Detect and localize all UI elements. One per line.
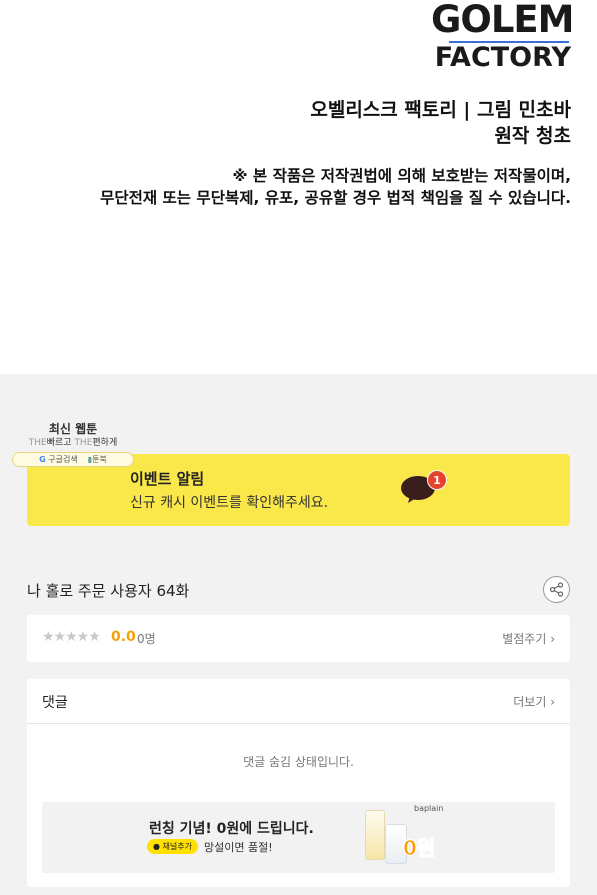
event-title: 이벤트 알림 — [130, 470, 205, 488]
credits: 오벨리스크 팩토리 | 그림 민초바 원작 청초 — [310, 97, 571, 149]
share-icon — [549, 582, 564, 597]
promo-widget-title: 최신 웹툰 — [48, 422, 98, 436]
rating-score: 0.0 — [111, 629, 136, 645]
promo-widget-slogan: THE빠르고 THE편하게 — [12, 437, 134, 449]
toonbook-label: 툰북 — [92, 455, 107, 464]
credits-line1: 오벨리스크 팩토리 | 그림 민초바 — [310, 99, 571, 121]
copyright-line2: 무단전재 또는 무단복제, 유포, 공유할 경우 법적 책임을 질 수 있습니다… — [100, 189, 571, 207]
slogan-text-2: 편하게 — [92, 438, 118, 448]
star-rating: ★★★★★ — [42, 629, 101, 645]
credits-line2: 원작 청초 — [494, 125, 571, 147]
google-search-link[interactable]: G 구글검색 — [39, 454, 78, 465]
slogan-text-1: 빠르고 — [46, 438, 72, 448]
chat-icon: ● — [153, 842, 160, 851]
channel-add-pill: ● 채널추가 — [147, 839, 198, 854]
ad-price: 0원 — [402, 836, 436, 861]
ad-banner[interactable]: 런칭 기념! 0원에 드립니다. ● 채널추가 망설이면 품절! baplain… — [42, 802, 555, 873]
comments-header: 댓글 — [42, 695, 68, 711]
episode-title: 나 홀로 주문 사용자 64화 — [27, 582, 190, 600]
notification-badge: 1 — [427, 470, 447, 490]
golem-factory-logo: GOLEM FACTORY — [431, 0, 575, 76]
slogan-the-2: THE — [74, 438, 93, 448]
promo-widget[interactable]: 최신 웹툰 THE빠르고 THE편하게 G 구글검색 ▮툰북 — [12, 421, 134, 469]
comments-card: 댓글 더보기 › 댓글 숨김 상태입니다. 런칭 기념! 0원에 드립니다. ●… — [27, 679, 570, 887]
copyright-notice: ※ 본 작품은 저작권법에 의해 보호받는 저작물이며, 무단전재 또는 무단복… — [100, 165, 571, 209]
channel-add-label: 채널추가 — [162, 842, 192, 851]
logo-line2: FACTORY — [434, 42, 571, 73]
comments-more-link[interactable]: 더보기 › — [513, 693, 555, 710]
rate-button[interactable]: 별점주기 › — [502, 630, 555, 647]
slogan-the-1: THE — [28, 438, 47, 448]
copyright-line1: ※ 본 작품은 저작권법에 의해 보호받는 저작물이며, — [232, 167, 571, 185]
ad-title: 런칭 기념! 0원에 드립니다. — [149, 821, 314, 837]
ad-subtitle: 망설이면 품절! — [204, 841, 273, 854]
google-search-label: 구글검색 — [48, 455, 78, 464]
rating-card: ★★★★★ 0.0 0명 별점주기 › — [27, 615, 570, 662]
ad-brand: baplain — [414, 804, 444, 813]
divider — [27, 723, 570, 724]
promo-widget-button[interactable]: G 구글검색 ▮툰북 — [12, 452, 134, 467]
google-icon: G — [39, 455, 46, 464]
share-button[interactable] — [543, 576, 570, 603]
event-subtitle: 신규 캐시 이벤트를 확인해주세요. — [130, 495, 329, 511]
viewer-page: GOLEM FACTORY 오벨리스크 팩토리 | 그림 민초바 원작 청초 ※… — [0, 0, 597, 895]
toonbook-link[interactable]: ▮툰북 — [88, 454, 107, 465]
logo-line1: GOLEM — [431, 0, 575, 41]
product-tube-image — [365, 810, 385, 860]
episode-end-card: GOLEM FACTORY 오벨리스크 팩토리 | 그림 민초바 원작 청초 ※… — [0, 0, 597, 374]
comments-hidden-message: 댓글 숨김 상태입니다. — [243, 755, 354, 769]
rating-count: 0명 — [137, 632, 156, 646]
